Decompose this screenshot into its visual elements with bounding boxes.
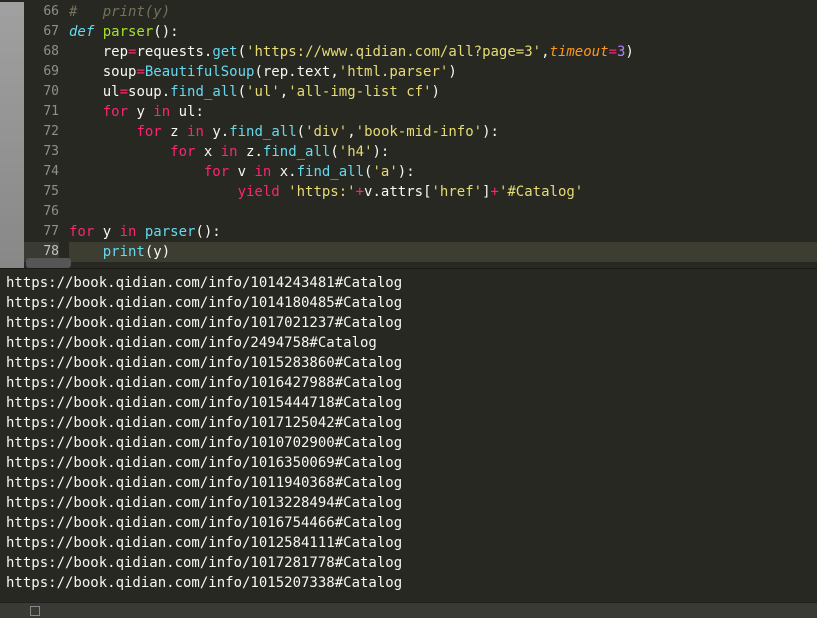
line-number: 75 [24,182,59,202]
code-line[interactable]: def parser(): [69,22,817,42]
line-number: 71 [24,102,59,122]
code-line[interactable]: for y in parser(): [69,222,817,242]
line-number-gutter: 66676869707172737475767778 [24,2,69,268]
output-line: https://book.qidian.com/info/1016427988#… [6,373,811,393]
output-line: https://book.qidian.com/info/1017281778#… [6,553,811,573]
code-line[interactable]: for z in y.find_all('div','book-mid-info… [69,122,817,142]
code-line[interactable]: rep=requests.get('https://www.qidian.com… [69,42,817,62]
output-line: https://book.qidian.com/info/1017021237#… [6,313,811,333]
output-line: https://book.qidian.com/info/1012584111#… [6,533,811,553]
window-edge [0,2,24,268]
code-area[interactable]: # print(y)def parser(): rep=requests.get… [69,2,817,268]
output-line: https://book.qidian.com/info/1015207338#… [6,573,811,593]
code-line[interactable]: ul=soup.find_all('ul','all-img-list cf') [69,82,817,102]
output-line: https://book.qidian.com/info/1016754466#… [6,513,811,533]
code-line[interactable]: # print(y) [69,2,817,22]
output-console[interactable]: https://book.qidian.com/info/1014243481#… [0,268,817,602]
output-line: https://book.qidian.com/info/1014243481#… [6,273,811,293]
code-line[interactable]: soup=BeautifulSoup(rep.text,'html.parser… [69,62,817,82]
output-line: https://book.qidian.com/info/1016350069#… [6,453,811,473]
output-line: https://book.qidian.com/info/1010702900#… [6,433,811,453]
output-line: https://book.qidian.com/info/1015444718#… [6,393,811,413]
output-line: https://book.qidian.com/info/2494758#Cat… [6,333,811,353]
line-number: 72 [24,122,59,142]
code-line[interactable]: for v in x.find_all('a'): [69,162,817,182]
line-number: 73 [24,142,59,162]
output-line: https://book.qidian.com/info/1013228494#… [6,493,811,513]
code-line[interactable] [69,202,817,222]
line-number: 70 [24,82,59,102]
code-editor[interactable]: 66676869707172737475767778 # print(y)def… [0,0,817,268]
output-line: https://book.qidian.com/info/1017125042#… [6,413,811,433]
output-line: https://book.qidian.com/info/1015283860#… [6,353,811,373]
code-line[interactable]: print(y) [69,242,817,262]
status-bar [0,602,817,618]
output-line: https://book.qidian.com/info/1011940368#… [6,473,811,493]
line-number: 69 [24,62,59,82]
output-line: https://book.qidian.com/info/1014180485#… [6,293,811,313]
line-number: 77 [24,222,59,242]
line-number: 74 [24,162,59,182]
horizontal-scroll-thumb[interactable] [26,258,71,268]
code-line[interactable]: for x in z.find_all('h4'): [69,142,817,162]
line-number: 76 [24,202,59,222]
code-line[interactable]: for y in ul: [69,102,817,122]
line-number: 67 [24,22,59,42]
line-number: 68 [24,42,59,62]
code-line[interactable]: yield 'https:'+v.attrs['href']+'#Catalog… [69,182,817,202]
line-number: 66 [24,2,59,22]
status-indicator-icon [30,606,40,616]
